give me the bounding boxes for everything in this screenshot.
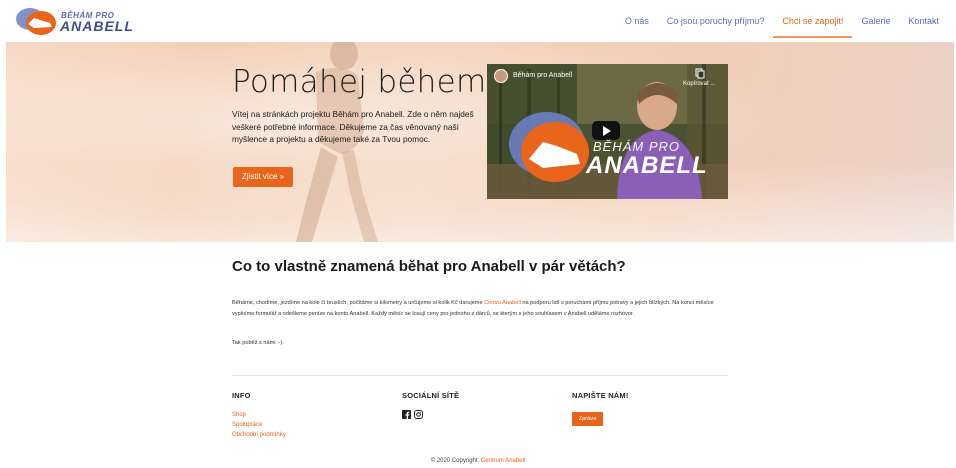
nav-item-eating-disorders[interactable]: Co jsou poruchy příjmu? bbox=[664, 0, 768, 42]
copyright-text: © 2020 Copyright: bbox=[430, 458, 481, 464]
youtube-video-embed[interactable]: Běhám pro Anabell Kopírovat ... BĚHÁM PR… bbox=[487, 64, 728, 199]
top-navbar: BĚHÁM PRO ANABELL O nás Co jsou poruchy … bbox=[0, 0, 956, 42]
centrum-anabell-link[interactable]: Centru Anabell bbox=[484, 300, 521, 306]
channel-avatar[interactable] bbox=[494, 69, 508, 83]
instagram-icon[interactable] bbox=[414, 410, 423, 419]
learn-more-button[interactable]: Zjistit více » bbox=[233, 167, 293, 187]
intro-paragraph: Běháme, chodíme, jezdíme na kole či brus… bbox=[232, 298, 730, 319]
nav-item-about[interactable]: O nás bbox=[622, 0, 652, 42]
video-brand-big: ANABELL bbox=[586, 152, 708, 179]
hero-description: Vítej na stránkách projektu Běhám pro An… bbox=[232, 109, 474, 145]
message-button[interactable]: Zpráva bbox=[572, 412, 603, 426]
hero-banner: Pomáhej během! Vítej na stránkách projek… bbox=[6, 42, 954, 242]
section-heading: Co to vlastně znamená běhat pro Anabell … bbox=[232, 258, 626, 275]
closing-sentence: Tak poběž s námi :-). bbox=[232, 340, 284, 346]
logo-big-text: ANABELL bbox=[60, 18, 134, 34]
main-menu: O nás Co jsou poruchy příjmu? Chci se za… bbox=[610, 0, 942, 42]
play-button-icon[interactable] bbox=[592, 121, 620, 140]
footer-info-heading: INFO bbox=[232, 391, 251, 400]
site-logo[interactable]: BĚHÁM PRO ANABELL bbox=[14, 6, 133, 36]
footer-social-heading: SOCIÁLNÍ SÍTĚ bbox=[402, 391, 460, 400]
footer-link-terms[interactable]: Obchodní podmínky bbox=[232, 432, 286, 438]
footer-link-cooperation[interactable]: Spolupráce bbox=[232, 422, 262, 428]
hero-title: Pomáhej během! bbox=[232, 64, 500, 100]
copy-link-icon[interactable] bbox=[693, 68, 705, 80]
copyright-link[interactable]: Centrum Anabell bbox=[481, 458, 525, 464]
footer-write-heading: NAPIŠTE NÁM! bbox=[572, 391, 629, 400]
copy-link-label[interactable]: Kopírovat ... bbox=[683, 81, 715, 87]
nav-item-get-involved[interactable]: Chci se zapojit! bbox=[773, 0, 853, 42]
nav-item-gallery[interactable]: Galerie bbox=[858, 0, 893, 42]
facebook-icon[interactable] bbox=[402, 410, 411, 419]
footer-divider bbox=[232, 375, 728, 376]
copyright-line: © 2020 Copyright: Centrum Anabell bbox=[0, 458, 956, 464]
paragraph-text-start: Běháme, chodíme, jezdíme na kole či brus… bbox=[232, 300, 485, 306]
video-title[interactable]: Běhám pro Anabell bbox=[513, 72, 572, 79]
nav-item-contact[interactable]: Kontakt bbox=[905, 0, 942, 42]
shoe-logo-icon bbox=[16, 8, 56, 35]
footer-link-shop[interactable]: Shop bbox=[232, 412, 246, 418]
